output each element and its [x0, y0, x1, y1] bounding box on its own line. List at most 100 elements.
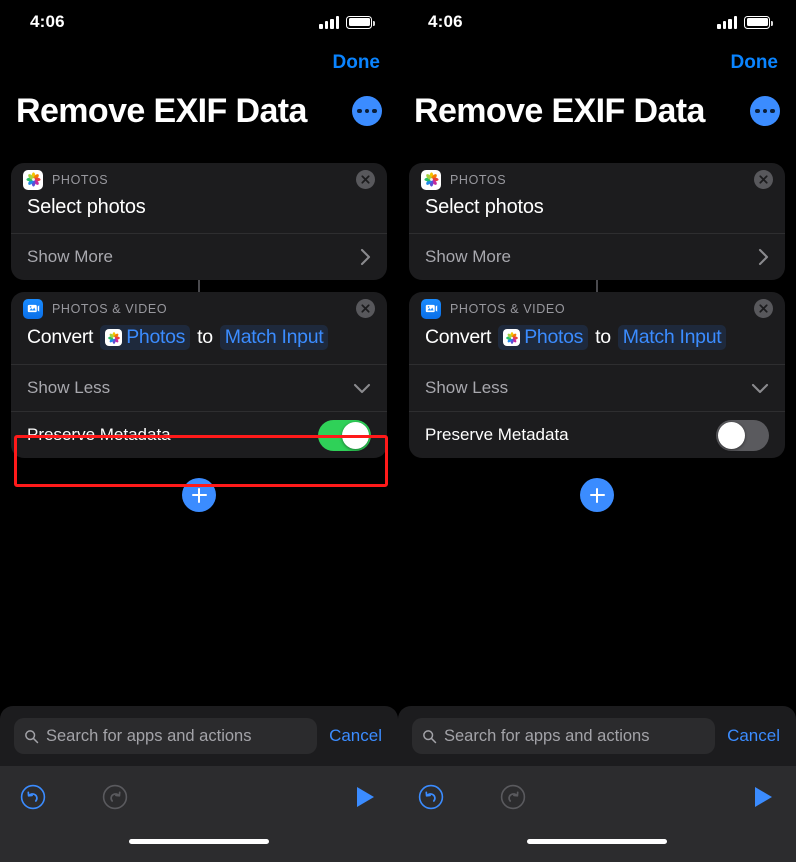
photos-app-icon	[421, 169, 441, 190]
action-card-photos[interactable]: PHOTOS Select photos Show More	[11, 163, 387, 280]
done-button[interactable]: Done	[333, 52, 381, 74]
undo-arrow-icon[interactable]	[416, 782, 446, 812]
redo-arrow-icon[interactable]	[100, 782, 130, 812]
action-card-header: PHOTOS	[409, 163, 785, 196]
cellular-signal-icon	[319, 15, 339, 29]
action-app-label: PHOTOS & VIDEO	[450, 301, 566, 316]
convert-target-label: Match Input	[622, 326, 722, 348]
show-more-label: Show More	[425, 247, 511, 266]
close-circle-icon[interactable]	[356, 170, 375, 189]
add-action-row	[409, 478, 785, 512]
search-input[interactable]: Search for apps and actions	[412, 718, 716, 754]
action-app-label: PHOTOS	[450, 172, 507, 187]
convert-source-token[interactable]: Photos	[100, 325, 191, 350]
close-circle-icon[interactable]	[754, 170, 773, 189]
cancel-search-button[interactable]: Cancel	[327, 726, 384, 746]
phone-screen-right: 4:06 Done Remove EXIF Data PHOTOS Select…	[398, 0, 796, 862]
convert-statement: Convert Photos to Match Input	[27, 325, 371, 350]
convert-target-token[interactable]: Match Input	[617, 325, 727, 350]
action-card-convert-media[interactable]: PHOTOS & VIDEO Convert Photos to Match I…	[409, 292, 785, 458]
action-card-header: PHOTOS	[11, 163, 387, 196]
home-indicator	[129, 839, 269, 844]
show-less-row[interactable]: Show Less	[409, 365, 785, 411]
page-title: Remove EXIF Data	[414, 92, 705, 130]
action-card-photos[interactable]: PHOTOS Select photos Show More	[409, 163, 785, 280]
editor-toolbar	[0, 766, 398, 828]
show-less-label: Show Less	[425, 378, 509, 397]
action-card-header: PHOTOS & VIDEO	[409, 292, 785, 325]
status-indicators	[717, 15, 773, 29]
preserve-metadata-toggle[interactable]	[716, 419, 769, 451]
convert-middle-label: to	[595, 326, 611, 348]
action-app-label: PHOTOS & VIDEO	[52, 301, 168, 316]
photos-and-video-icon	[23, 298, 43, 319]
editor-toolbar	[398, 766, 796, 828]
preserve-metadata-label: Preserve Metadata	[27, 425, 171, 444]
convert-source-label: Photos	[524, 326, 584, 348]
action-connector	[596, 280, 598, 292]
add-action-row	[11, 478, 387, 512]
undo-arrow-icon[interactable]	[18, 782, 48, 812]
status-time: 4:06	[428, 12, 463, 31]
home-indicator	[527, 839, 667, 844]
close-circle-icon[interactable]	[754, 299, 773, 318]
show-more-row[interactable]: Show More	[11, 234, 387, 280]
show-less-row[interactable]: Show Less	[11, 365, 387, 411]
convert-prefix-label: Convert	[27, 326, 94, 348]
photos-app-icon	[23, 169, 43, 190]
status-bar: 4:06	[398, 0, 796, 44]
show-more-label: Show More	[27, 247, 113, 266]
ellipsis-circle-icon[interactable]	[352, 96, 382, 126]
convert-source-token[interactable]: Photos	[498, 325, 589, 350]
action-card-body: Select photos	[409, 196, 785, 233]
page-title: Remove EXIF Data	[16, 92, 307, 130]
redo-arrow-icon[interactable]	[498, 782, 528, 812]
search-icon	[25, 729, 39, 743]
cancel-search-button[interactable]: Cancel	[725, 726, 782, 746]
status-bar: 4:06	[0, 0, 398, 44]
preserve-metadata-label: Preserve Metadata	[425, 425, 569, 444]
search-bar-container: Search for apps and actions Cancel	[398, 706, 796, 766]
search-placeholder: Search for apps and actions	[444, 726, 650, 745]
action-card-header: PHOTOS & VIDEO	[11, 292, 387, 325]
search-input[interactable]: Search for apps and actions	[14, 718, 318, 754]
convert-target-label: Match Input	[224, 326, 324, 348]
action-card-convert-media[interactable]: PHOTOS & VIDEO Convert Photos to Match I…	[11, 292, 387, 458]
chevron-down-icon	[751, 383, 769, 394]
title-row: Remove EXIF Data	[16, 94, 382, 128]
action-app-label: PHOTOS	[52, 172, 109, 187]
preserve-metadata-row[interactable]: Preserve Metadata	[11, 412, 387, 458]
show-less-label: Show Less	[27, 378, 111, 397]
title-row: Remove EXIF Data	[414, 94, 780, 128]
show-more-row[interactable]: Show More	[409, 234, 785, 280]
nav-bar: Done	[731, 52, 779, 74]
ellipsis-circle-icon[interactable]	[750, 96, 780, 126]
play-triangle-icon[interactable]	[350, 782, 380, 812]
phone-screen-left: 4:06 Done Remove EXIF Data PHOTOS Select…	[0, 0, 398, 862]
done-button[interactable]: Done	[731, 52, 779, 74]
convert-middle-label: to	[197, 326, 213, 348]
action-card-body: Select photos	[11, 196, 387, 233]
side-by-side-screenshots: 4:06 Done Remove EXIF Data PHOTOS Select…	[0, 0, 796, 862]
action-list: PHOTOS Select photos Show More PHOTOS & …	[11, 163, 387, 512]
status-indicators	[319, 15, 375, 29]
action-card-body: Convert Photos to Match Input	[409, 325, 785, 364]
home-indicator-area	[0, 828, 398, 862]
nav-bar: Done	[333, 52, 381, 74]
preserve-metadata-row[interactable]: Preserve Metadata	[409, 412, 785, 458]
play-triangle-icon[interactable]	[748, 782, 778, 812]
search-icon	[423, 729, 437, 743]
plus-circle-icon[interactable]	[182, 478, 216, 512]
photos-app-icon	[105, 329, 123, 346]
status-time: 4:06	[30, 12, 65, 31]
battery-full-icon	[346, 15, 375, 29]
close-circle-icon[interactable]	[356, 299, 375, 318]
action-title: Select photos	[27, 196, 146, 218]
action-connector	[198, 280, 200, 292]
plus-circle-icon[interactable]	[580, 478, 614, 512]
convert-prefix-label: Convert	[425, 326, 492, 348]
chevron-down-icon	[353, 383, 371, 394]
chevron-right-icon	[360, 248, 371, 266]
preserve-metadata-toggle[interactable]	[318, 419, 371, 451]
convert-target-token[interactable]: Match Input	[219, 325, 329, 350]
